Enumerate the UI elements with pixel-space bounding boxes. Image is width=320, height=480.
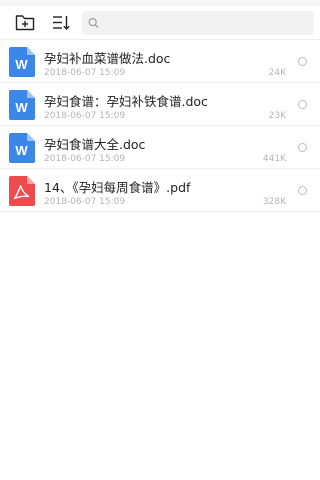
select-radio[interactable] [298, 100, 307, 109]
svg-text:W: W [15, 143, 28, 158]
file-browser: W 孕妇补血菜谱做法.doc 2018-06-07 15:09 24K W 孕妇… [0, 0, 320, 480]
file-size: 328K [262, 197, 286, 207]
sort-icon [53, 16, 70, 31]
word-doc-icon: W [9, 90, 35, 120]
file-date: 2018-06-07 15:09 [44, 154, 126, 164]
file-name: 孕妇食谱：孕妇补铁食谱.doc [44, 94, 208, 109]
file-size: 24K [268, 68, 286, 78]
search-icon [88, 17, 99, 28]
file-item[interactable]: 14、《孕妇每周食谱》.pdf 2018-06-07 15:09 328K [0, 169, 320, 212]
search-box[interactable] [82, 10, 314, 35]
file-name: 孕妇食谱大全.doc [44, 137, 146, 152]
file-item[interactable]: W 孕妇食谱大全.doc 2018-06-07 15:09 441K [0, 126, 320, 169]
sort-button[interactable] [50, 12, 72, 34]
file-item[interactable]: W 孕妇食谱：孕妇补铁食谱.doc 2018-06-07 15:09 23K [0, 83, 320, 126]
file-list: W 孕妇补血菜谱做法.doc 2018-06-07 15:09 24K W 孕妇… [0, 40, 320, 212]
search-input[interactable] [103, 15, 308, 30]
svg-text:W: W [15, 57, 28, 72]
select-radio[interactable] [298, 57, 307, 66]
select-radio[interactable] [298, 143, 307, 152]
word-doc-icon: W [9, 133, 35, 163]
file-date: 2018-06-07 15:09 [44, 68, 126, 78]
word-doc-icon: W [9, 47, 35, 77]
select-radio[interactable] [298, 186, 307, 195]
file-date: 2018-06-07 15:09 [44, 111, 126, 121]
pdf-icon [9, 176, 35, 206]
new-folder-button[interactable] [14, 12, 36, 34]
svg-text:W: W [15, 100, 28, 115]
file-size: 23K [268, 111, 286, 121]
file-date: 2018-06-07 15:09 [44, 197, 126, 207]
file-size: 441K [262, 154, 286, 164]
file-name: 14、《孕妇每周食谱》.pdf [44, 180, 191, 195]
toolbar [0, 6, 320, 40]
file-item[interactable]: W 孕妇补血菜谱做法.doc 2018-06-07 15:09 24K [0, 40, 320, 83]
file-name: 孕妇补血菜谱做法.doc [44, 51, 171, 66]
folder-plus-icon [15, 15, 35, 31]
